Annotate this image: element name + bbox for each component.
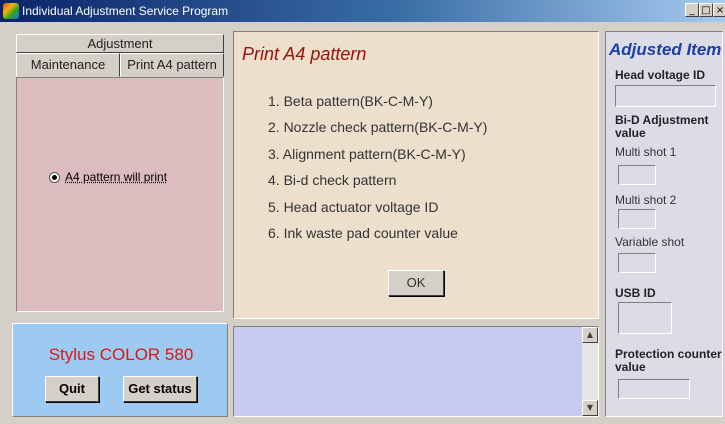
vertical-scrollbar[interactable]: ▲ ▼ (582, 327, 598, 416)
tab-adjustment[interactable]: Adjustment (16, 34, 224, 53)
app-icon (3, 3, 19, 19)
usb-id-field (618, 302, 672, 334)
head-voltage-label: Head voltage ID (615, 68, 706, 82)
title-bar: Individual Adjustment Service Program _ … (0, 0, 725, 22)
window-title: Individual Adjustment Service Program (22, 4, 229, 18)
radio-selected-icon[interactable] (49, 172, 60, 184)
list-item: 5. Head actuator voltage ID (268, 198, 439, 215)
list-item: 1. Beta pattern(BK-C-M-Y) (268, 93, 433, 109)
multi-shot-2-field (618, 209, 656, 229)
multi-shot-1-label: Multi shot 1 (615, 145, 677, 159)
usb-id-label: USB ID (615, 286, 656, 300)
print-pattern-panel: Print A4 pattern 1. Beta pattern(BK-C-M-… (233, 31, 599, 319)
adjusted-item-panel: Adjusted Item Head voltage ID Bi-D Adjus… (605, 31, 723, 417)
status-log-area[interactable]: ▲ ▼ (233, 326, 599, 417)
list-item: 4. Bi-d check pattern (268, 172, 397, 189)
multi-shot-2-label: Multi shot 2 (615, 193, 677, 207)
variable-shot-field (618, 253, 656, 273)
adjusted-item-title: Adjusted Item (609, 40, 722, 59)
list-item: 2. Nozzle check pattern(BK-C-M-Y) (268, 119, 488, 136)
multi-shot-1-field (618, 165, 656, 185)
minimize-button[interactable]: _ (685, 3, 699, 17)
variable-shot-label: Variable shot (615, 235, 685, 249)
a4-pattern-option[interactable]: A4 pattern will print (49, 170, 167, 184)
tab-row: Maintenance Print A4 pattern (16, 53, 224, 77)
device-panel: Stylus COLOR 580 Quit Get status (12, 323, 228, 417)
scroll-up-icon[interactable]: ▲ (582, 327, 598, 343)
maximize-button[interactable]: □ (699, 3, 713, 17)
close-button[interactable]: × (713, 3, 725, 17)
tab-panel: Adjustment Maintenance Print A4 pattern … (12, 33, 228, 316)
bid-adjustment-label: Bi-D Adjustment value (615, 113, 709, 140)
a4-pattern-label: A4 pattern will print (65, 170, 168, 184)
printer-model: Stylus COLOR 580 (48, 345, 194, 364)
list-item: 3. Alignment pattern(BK-C-M-Y) (268, 145, 466, 162)
head-voltage-field (615, 85, 716, 107)
tab-maintenance[interactable]: Maintenance (16, 53, 120, 77)
list-item: 6. Ink waste pad counter value (268, 224, 458, 241)
ok-button[interactable]: OK (388, 270, 444, 296)
protection-counter-label: Protection counter value (615, 347, 722, 374)
get-status-button[interactable]: Get status (123, 376, 197, 402)
protection-counter-field (618, 379, 690, 399)
tab-print-a4-pattern[interactable]: Print A4 pattern (120, 53, 224, 77)
scroll-down-icon[interactable]: ▼ (582, 400, 598, 416)
pattern-list: 1. Beta pattern(BK-C-M-Y) 2. Nozzle chec… (268, 88, 487, 246)
quit-button[interactable]: Quit (45, 376, 99, 402)
panel-title: Print A4 pattern (242, 44, 367, 64)
tab-content: A4 pattern will print (16, 77, 224, 312)
